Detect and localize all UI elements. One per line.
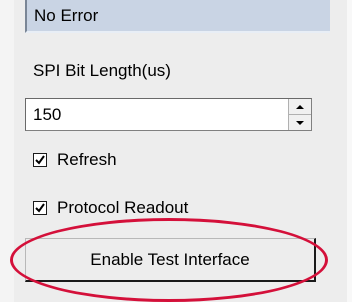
spin-up-button[interactable] bbox=[289, 99, 311, 115]
spin-buttons bbox=[288, 99, 311, 130]
enable-test-interface-button[interactable]: Enable Test Interface bbox=[25, 238, 316, 282]
status-field: No Error bbox=[25, 0, 330, 33]
arrow-up-icon bbox=[296, 104, 304, 109]
protocol-readout-checkbox[interactable] bbox=[33, 201, 47, 215]
panel-right-edge bbox=[347, 0, 352, 302]
panel-left-strip bbox=[0, 0, 14, 302]
protocol-readout-option[interactable]: Protocol Readout bbox=[33, 198, 188, 218]
check-icon bbox=[35, 203, 45, 213]
refresh-checkbox[interactable] bbox=[33, 153, 47, 167]
spin-down-button[interactable] bbox=[289, 115, 311, 130]
check-icon bbox=[35, 155, 45, 165]
refresh-option[interactable]: Refresh bbox=[33, 150, 117, 170]
protocol-readout-label: Protocol Readout bbox=[57, 198, 189, 217]
spi-bit-length-value[interactable]: 150 bbox=[33, 105, 61, 125]
refresh-label: Refresh bbox=[57, 150, 117, 169]
arrow-down-icon bbox=[296, 120, 304, 125]
spi-bit-length-label: SPI Bit Length(us) bbox=[33, 61, 171, 80]
control-panel: No Error SPI Bit Length(us) 150 Refresh … bbox=[0, 0, 352, 302]
spi-bit-length-spinbox[interactable]: 150 bbox=[25, 98, 312, 131]
